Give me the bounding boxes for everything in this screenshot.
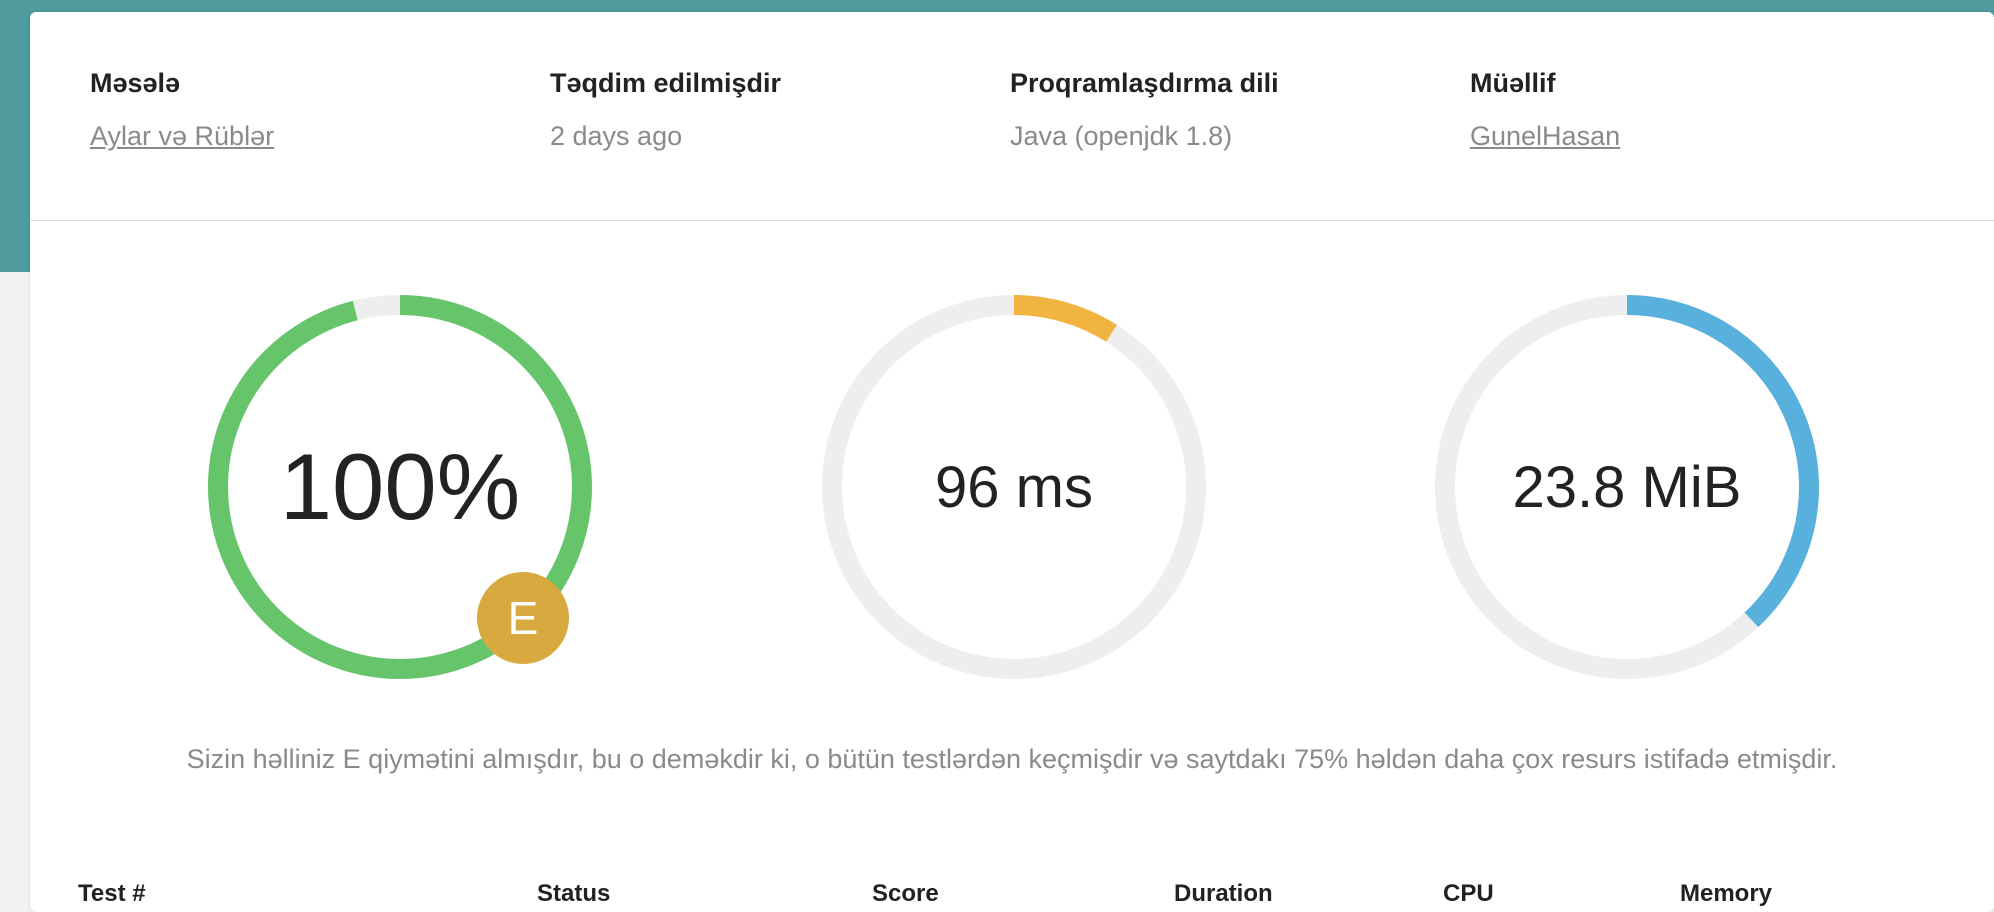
meta-author: Müəllif GunelHasan [1470, 68, 1620, 152]
submitted-value: 2 days ago [550, 121, 683, 151]
submission-card: Məsələ Aylar və Rüblər Təqdim edilmişdir… [30, 12, 1994, 912]
language-value: Java (openjdk 1.8) [1010, 121, 1233, 151]
language-label: Proqramlaşdırma dili [1010, 68, 1279, 98]
problem-link[interactable]: Aylar və Rüblər [90, 121, 274, 152]
submitted-label: Təqdim edilmişdir [550, 68, 782, 98]
time-value: 96 ms [935, 454, 1093, 520]
col-memory: Memory [1680, 880, 1773, 907]
col-cpu: CPU [1443, 880, 1494, 907]
col-test-number: Test # [78, 880, 146, 907]
col-score: Score [872, 880, 939, 907]
meta-language: Proqramlaşdırma dili Java (openjdk 1.8) [1010, 68, 1279, 152]
col-status: Status [537, 880, 611, 907]
result-summary: Sizin həlliniz E qiymətini almışdır, bu … [186, 744, 1838, 774]
memory-value: 23.8 MiB [1512, 454, 1742, 520]
problem-label: Məsələ [90, 68, 181, 98]
grade-badge: E [477, 572, 569, 664]
time-gauge: 96 ms [819, 292, 1209, 682]
col-duration: Duration [1174, 880, 1273, 907]
author-label: Müəllif [1470, 68, 1556, 98]
meta-problem: Məsələ Aylar və Rüblər [90, 68, 274, 152]
memory-gauge: 23.8 MiB [1432, 292, 1822, 682]
meta-submitted: Təqdim edilmişdir 2 days ago [550, 68, 781, 152]
author-link[interactable]: GunelHasan [1470, 121, 1620, 152]
submission-meta: Məsələ Aylar və Rüblər Təqdim edilmişdir… [30, 12, 1994, 221]
score-gauge: 100% E [205, 292, 595, 682]
